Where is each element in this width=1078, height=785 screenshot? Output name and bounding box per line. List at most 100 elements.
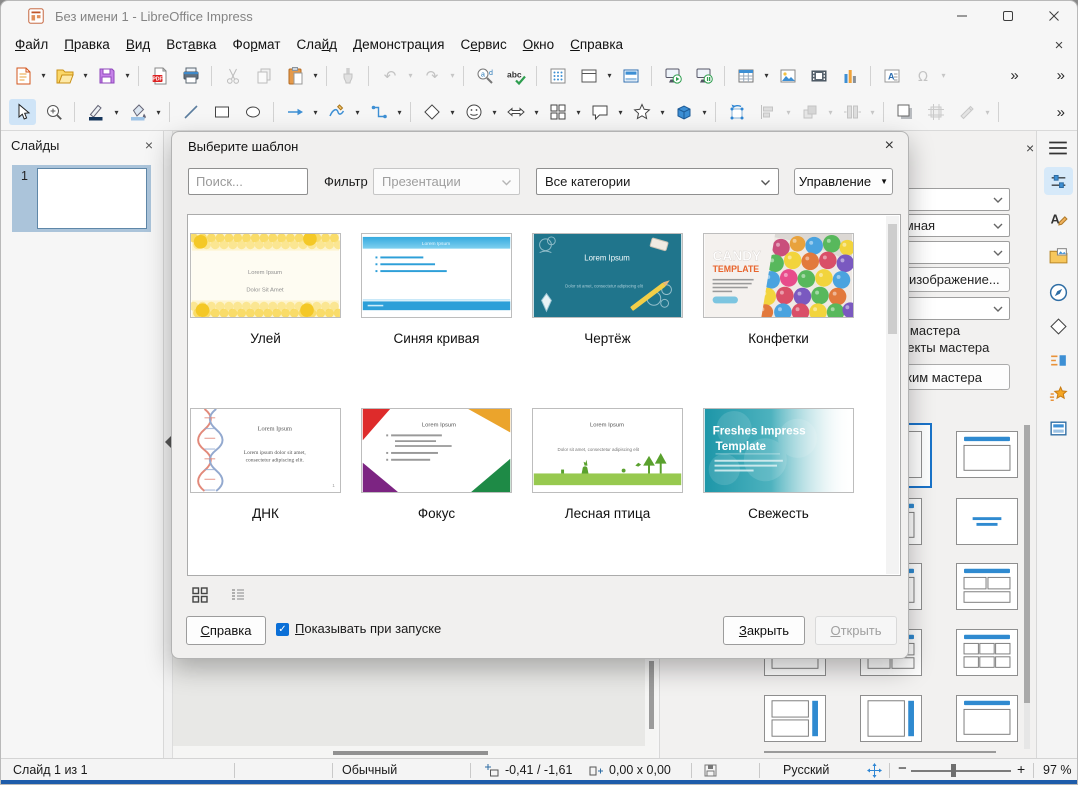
ellipse-button[interactable] [239,99,266,125]
symbol-shapes-dropdown-arrow[interactable]: ▾ [489,99,500,125]
insert-chart-button[interactable] [836,63,863,89]
save-dropdown-arrow[interactable]: ▾ [122,63,133,89]
special-character-button[interactable]: Ω [909,63,936,89]
vertical-scrollbar-thumb[interactable] [649,661,654,729]
redo-button[interactable]: ↷ [418,63,445,89]
arrange-dropdown-arrow[interactable]: ▾ [825,99,836,125]
toolbar-overflow-button[interactable]: » [1004,67,1022,84]
sidebar-tab-navigator[interactable] [1044,278,1073,306]
master-slide-button[interactable] [617,63,644,89]
menu-вставка[interactable]: Вставка [158,34,224,55]
menu-сервис[interactable]: Сервис [452,34,514,55]
start-from-first-slide-button[interactable] [659,63,686,89]
callouts-button[interactable] [586,99,613,125]
paste-button[interactable] [281,63,308,89]
open-template-button[interactable]: Открыть [815,616,897,645]
filter-button[interactable] [953,99,980,125]
sidebar-tab-character[interactable]: A [1044,204,1073,232]
3d-objects-button[interactable] [670,99,697,125]
layouts-scrollbar-thumb[interactable] [1024,425,1030,703]
menu-файл[interactable]: Файл [7,34,56,55]
template-search-input[interactable] [188,168,308,195]
lines-and-arrows-button[interactable] [281,99,308,125]
template-list-scrollbar-thumb[interactable] [888,224,897,334]
menu-слайд[interactable]: Слайд [288,34,345,55]
display-views-dropdown-arrow[interactable]: ▾ [604,63,615,89]
layout-option-title-content[interactable] [956,431,1018,478]
help-button[interactable]: Справка [186,616,266,645]
print-button[interactable] [177,63,204,89]
display-views-button[interactable] [575,63,602,89]
sidebar-tab-shapes[interactable] [1044,312,1073,340]
insert-textbox-button[interactable]: A [878,63,905,89]
fill-color-dropdown-arrow[interactable]: ▾ [153,99,164,125]
close-button[interactable] [1031,1,1077,31]
basic-shapes-button[interactable] [418,99,445,125]
insert-media-button[interactable] [805,63,832,89]
sidebar-close-icon[interactable]: × [1026,140,1034,156]
save-button[interactable] [93,63,120,89]
crop-button[interactable] [922,99,949,125]
stars-banners-dropdown-arrow[interactable]: ▾ [657,99,668,125]
template-thumbnail[interactable]: Lorem Ipsum [361,408,512,493]
template-item[interactable]: CANDYTEMPLATE Конфетки [703,233,854,346]
open-dropdown-arrow[interactable]: ▾ [80,63,91,89]
menu-демонстрация[interactable]: Демонстрация [345,34,452,55]
template-thumbnail[interactable]: Lorem IpsumDolor sit amet, consectetur a… [532,233,683,318]
template-thumbnail[interactable]: Lorem IpsumDolor Sit Amet [190,233,341,318]
zoom-percent[interactable]: 97 % [1043,763,1072,777]
layout-option-two-rows-vbar[interactable] [764,695,826,742]
cut-button[interactable] [219,63,246,89]
undo-button[interactable]: ↶ [376,63,403,89]
select-button[interactable] [9,99,36,125]
close-document-icon[interactable]: × [1049,35,1069,55]
menu-справка[interactable]: Справка [562,34,631,55]
template-item[interactable]: Lorem Ipsum Синяя кривая [361,233,512,346]
zoom-slider-thumb[interactable] [951,764,956,777]
slide-thumbnail-item[interactable]: 1 [12,165,151,232]
rectangle-button[interactable] [208,99,235,125]
layout-option-title-content[interactable] [956,695,1018,742]
sidebar-tab-animation[interactable] [1044,380,1073,408]
block-arrows-button[interactable] [502,99,529,125]
display-grid-button[interactable] [544,63,571,89]
thumbnail-view-icon[interactable] [191,586,209,604]
stars-banners-button[interactable] [628,99,655,125]
insert-line-button[interactable] [177,99,204,125]
layout-option-centered-text[interactable] [956,498,1018,545]
manage-button[interactable]: Управление ▼ [794,168,893,195]
close-dialog-button[interactable]: Закрыть [723,616,805,645]
template-thumbnail[interactable]: Lorem IpsumLorem ipsum dolor sit amet,co… [190,408,341,493]
menu-окно[interactable]: Окно [515,34,562,55]
sidebar-tab-gallery[interactable] [1044,241,1073,269]
menu-формат[interactable]: Формат [224,34,288,55]
redo-dropdown-arrow[interactable]: ▾ [447,63,458,89]
lines-and-arrows-dropdown-arrow[interactable]: ▾ [310,99,321,125]
distribute-button[interactable] [838,99,865,125]
callouts-dropdown-arrow[interactable]: ▾ [615,99,626,125]
new-document-dropdown-arrow[interactable]: ▾ [38,63,49,89]
category-combobox[interactable]: Все категории [536,168,779,195]
template-item[interactable]: Lorem IpsumLorem ipsum dolor sit amet,co… [190,408,341,521]
connectors-button[interactable] [365,99,392,125]
deck-horizontal-scrollbar-thumb[interactable] [764,751,996,753]
export-pdf-button[interactable]: PDF [146,63,173,89]
spelling-button[interactable]: abc [502,63,529,89]
copy-button[interactable] [250,63,277,89]
toolbar-overflow-button[interactable]: » [1051,67,1069,84]
template-item[interactable]: Freshes ImpressTemplate Свежесть [703,408,854,521]
insert-table-dropdown-arrow[interactable]: ▾ [761,63,772,89]
basic-shapes-dropdown-arrow[interactable]: ▾ [447,99,458,125]
distribute-dropdown-arrow[interactable]: ▾ [867,99,878,125]
open-button[interactable] [51,63,78,89]
line-color-button[interactable] [82,99,109,125]
template-thumbnail[interactable]: CANDYTEMPLATE [703,233,854,318]
layout-option-title-6content[interactable] [956,629,1018,676]
layout-option-content-vbar[interactable] [860,695,922,742]
fill-color-button[interactable] [124,99,151,125]
connectors-dropdown-arrow[interactable]: ▾ [394,99,405,125]
filter-dropdown-arrow[interactable]: ▾ [982,99,993,125]
new-document-button[interactable] [9,63,36,89]
line-color-dropdown-arrow[interactable]: ▾ [111,99,122,125]
rotate-button[interactable] [723,99,750,125]
